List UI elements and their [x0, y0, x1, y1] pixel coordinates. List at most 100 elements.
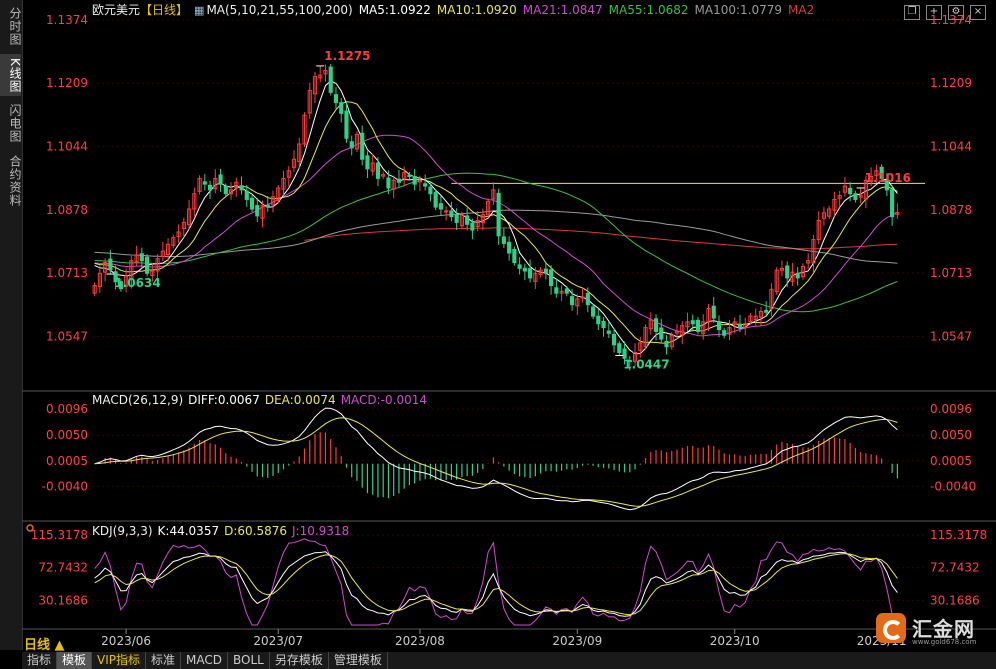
bottom-toolbar: 指标 模板 VIP指标 标准 MACD BOLL 另存模板 管理模板 [22, 652, 996, 669]
bottom-tab[interactable]: BOLL [228, 652, 270, 669]
price-tick-right: 1.0878 [930, 203, 972, 217]
candle-down [349, 141, 354, 149]
candle-down [108, 258, 113, 270]
macd-tick-left: 0.0005 [46, 454, 88, 468]
candle-up [580, 296, 585, 299]
ma-settings-icon[interactable]: ▦ [194, 4, 204, 17]
candle-down [265, 204, 270, 208]
candle-down [517, 264, 522, 269]
candle-down [501, 236, 506, 244]
bottom-tab[interactable]: VIP指标 [92, 652, 147, 669]
candle-down [145, 256, 150, 274]
kdj-tick-right: 72.7432 [930, 561, 980, 575]
candle-down [690, 320, 695, 325]
ma200-line [304, 227, 898, 250]
candle-down [795, 272, 800, 279]
candle-down [617, 343, 622, 353]
candle-down [339, 102, 344, 114]
settings-icon[interactable]: ⚙ [948, 5, 964, 20]
candle-down [386, 177, 391, 189]
kdj-pane-header: KDJ(9,3,3) K:44.0357 D:60.5876 J:10.9318 [92, 524, 354, 538]
kdj-tick-left: 30.1686 [38, 593, 88, 607]
bottom-tab[interactable]: 标准 [146, 652, 182, 669]
brand-logo: 汇金网 www.gold678.com [874, 610, 992, 648]
zoom-icon[interactable]: + [926, 5, 942, 20]
candle-down [454, 213, 459, 223]
extreme-label: 1.0634 [114, 276, 160, 290]
candle-down [249, 197, 255, 210]
candle-down [848, 187, 853, 195]
macd-tick-right: 0.0096 [930, 402, 972, 416]
candle-down [496, 192, 501, 237]
candle-down [737, 323, 743, 329]
candle-down [659, 327, 664, 340]
macd-tick-left: -0.0040 [42, 479, 88, 493]
macd-tick-left: 0.0050 [46, 428, 88, 442]
candle-down [716, 320, 722, 331]
candle-down [664, 340, 669, 348]
macd-tick-right: 0.0005 [930, 454, 972, 468]
bottom-tab[interactable]: MACD [181, 652, 229, 669]
candle-down [465, 215, 470, 225]
logo-icon [876, 613, 906, 643]
period-selector[interactable]: 日线 ▲ [24, 634, 65, 653]
candle-down [543, 268, 548, 274]
candle-down [785, 265, 790, 279]
price-tick-left: 1.0547 [46, 329, 88, 343]
price-tick-left: 1.0878 [46, 203, 88, 217]
bottom-tab[interactable]: 模板 [57, 652, 93, 669]
close-icon[interactable]: × [970, 5, 986, 20]
kdj-tick-right: 30.1686 [930, 593, 980, 607]
candle-down [428, 186, 433, 195]
candle-down [449, 210, 454, 218]
candle-down [360, 132, 365, 160]
candle-down [139, 253, 144, 262]
x-tick-label: 2023/06 [101, 634, 151, 648]
candle-down [433, 192, 438, 208]
kdj-tick-right: 115.3178 [930, 528, 987, 542]
candle-down [375, 162, 381, 179]
kdj-tick-left: 72.7432 [38, 561, 88, 575]
price-tick-left: 1.0713 [46, 266, 88, 280]
candle-down [365, 155, 370, 170]
restore-icon[interactable]: ❐ [904, 5, 920, 20]
candle-down [407, 174, 412, 177]
candle-down [522, 267, 527, 272]
candle-down [653, 318, 659, 332]
macd-param-label: MACD(26,12,9) [92, 393, 184, 407]
ma21-line [94, 134, 898, 337]
bottom-tab[interactable]: 指标 [22, 652, 58, 669]
price-tick-left: 1.1374 [46, 13, 88, 27]
macd-pane-header: MACD(26,12,9) DIFF:0.0067 DEA:0.0074 MACD:-… [92, 393, 432, 407]
price-tick-right: 1.0547 [930, 329, 972, 343]
macd-histogram-value: MACD:-0.0014 [340, 393, 428, 407]
candle-down [554, 287, 559, 294]
x-tick-label: 2023/10 [710, 634, 760, 648]
price-tick-left: 1.1209 [46, 76, 88, 90]
macd-tick-right: 0.0050 [930, 428, 972, 442]
candle-down [695, 319, 701, 332]
candle-down [611, 333, 617, 346]
price-tick-right: 1.1209 [930, 76, 972, 90]
candle-down [470, 222, 475, 231]
candle-down [570, 296, 575, 306]
extreme-label: 1.1275 [324, 49, 370, 63]
candle-down [606, 330, 611, 334]
candle-down [549, 269, 554, 287]
kdj-tick-left: 115.3178 [31, 528, 88, 542]
candle-down [344, 110, 349, 139]
symbol-label: 欧元美元 [92, 3, 141, 17]
bottom-tab[interactable]: 另存模板 [270, 652, 329, 669]
bottom-tab[interactable]: 管理模板 [329, 652, 388, 669]
candle-down [396, 178, 402, 183]
candle-down [438, 203, 443, 210]
candle-down [207, 184, 213, 191]
extreme-label: 1.0447 [623, 358, 669, 372]
price-tick-left: 1.1044 [46, 139, 88, 153]
candle-down [528, 268, 533, 279]
kdj-param-label: KDJ(9,3,3) [92, 524, 153, 538]
candle-down [853, 193, 858, 200]
candle-down [711, 305, 716, 319]
ma10-value: MA10:1.0920 [436, 3, 517, 17]
candle-down [255, 205, 260, 217]
